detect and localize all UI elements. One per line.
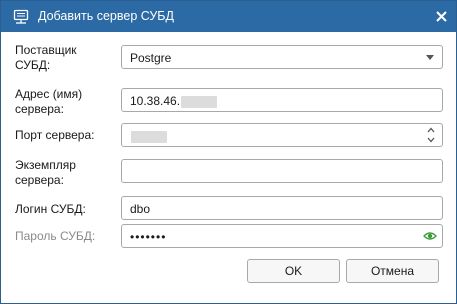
eye-icon[interactable] bbox=[423, 230, 437, 242]
password-label: Пароль СУБД: bbox=[15, 229, 96, 243]
address-value: 10.38.46. bbox=[130, 94, 181, 108]
cancel-button[interactable]: Отмена bbox=[346, 259, 439, 283]
title-bar[interactable]: Добавить сервер СУБД bbox=[1, 1, 456, 32]
chevron-down-icon[interactable] bbox=[426, 55, 434, 60]
ok-button[interactable]: OK bbox=[247, 259, 340, 283]
chevron-down-icon[interactable] bbox=[426, 135, 436, 145]
password-value: ••••••• bbox=[130, 230, 167, 244]
redacted-block bbox=[181, 95, 218, 108]
login-label: Логин СУБД: bbox=[15, 202, 86, 216]
login-input[interactable]: dbo bbox=[121, 196, 443, 220]
address-label: Адрес (имя) сервера: bbox=[15, 87, 83, 116]
port-label: Порт сервера: bbox=[15, 128, 95, 142]
address-input[interactable]: 10.38.46. bbox=[121, 88, 443, 112]
port-stepper[interactable] bbox=[121, 123, 443, 147]
vendor-label: Поставщик СУБД: bbox=[15, 43, 77, 72]
instance-label: Экземпляр сервера: bbox=[15, 158, 76, 187]
chevron-up-icon[interactable] bbox=[426, 125, 436, 135]
close-icon[interactable] bbox=[433, 8, 450, 25]
vendor-select[interactable]: Postgre bbox=[121, 45, 443, 69]
dialog-title: Добавить сервер СУБД bbox=[38, 9, 174, 23]
login-value: dbo bbox=[130, 202, 151, 216]
vendor-value: Postgre bbox=[130, 51, 172, 65]
database-server-icon bbox=[13, 9, 29, 24]
redacted-block bbox=[131, 130, 167, 143]
instance-input[interactable] bbox=[121, 159, 443, 183]
add-dbms-server-dialog: Добавить сервер СУБД Поставщик СУБД: Pos… bbox=[0, 0, 457, 304]
password-input[interactable]: ••••••• bbox=[121, 224, 443, 248]
